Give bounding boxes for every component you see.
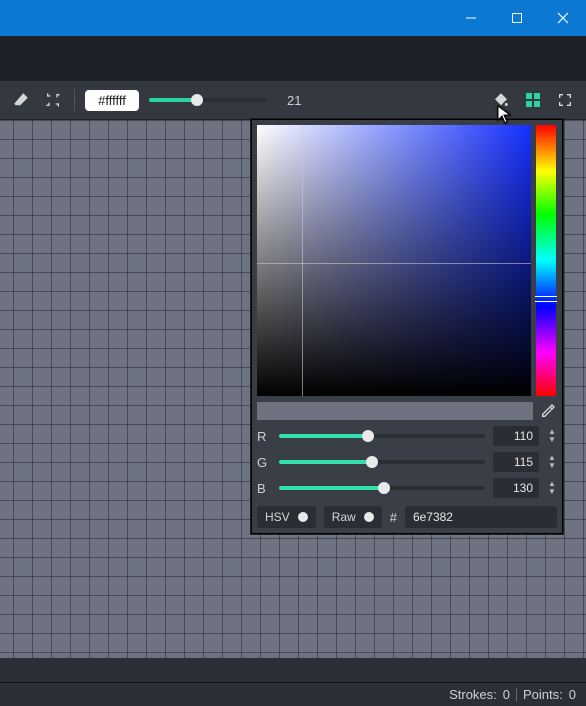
minimize-button[interactable] (448, 0, 494, 36)
hex-input[interactable]: 6e7382 (405, 506, 557, 528)
channel-slider-r[interactable] (279, 434, 485, 438)
hex-hash: # (390, 510, 397, 525)
strokes-value: 0 (503, 687, 510, 702)
points-label: Points: (523, 687, 563, 702)
fullscreen-icon[interactable] (554, 89, 576, 111)
window-titlebar (0, 0, 586, 36)
window-header-spacer (0, 36, 586, 80)
status-bar: Strokes: 0 Points: 0 (0, 682, 586, 706)
eraser-icon[interactable] (10, 89, 32, 111)
channel-stepper-b[interactable]: ▲▼ (547, 481, 557, 495)
toolbar: #ffffff 21 (0, 80, 586, 120)
channel-stepper-r[interactable]: ▲▼ (547, 429, 557, 443)
brush-size-thumb[interactable] (191, 94, 203, 106)
brush-size-value: 21 (287, 93, 301, 108)
hsv-toggle[interactable]: HSV (257, 506, 316, 528)
channel-value-b[interactable]: 130 (493, 478, 539, 498)
channel-label-g: G (257, 455, 271, 470)
close-button[interactable] (540, 0, 586, 36)
crop-icon[interactable] (42, 89, 64, 111)
eyedropper-icon[interactable] (539, 402, 557, 420)
brush-size-slider[interactable] (149, 98, 267, 102)
channel-row-r: R 110 ▲▼ (257, 426, 557, 446)
raw-toggle[interactable]: Raw (324, 506, 382, 528)
color-preview (257, 402, 533, 420)
channel-value-g[interactable]: 115 (493, 452, 539, 472)
channel-label-r: R (257, 429, 271, 444)
channel-thumb-g[interactable] (366, 456, 378, 468)
current-color-hex[interactable]: #ffffff (85, 90, 139, 111)
hue-slider[interactable] (536, 125, 556, 396)
channel-value-r[interactable]: 110 (493, 426, 539, 446)
points-value: 0 (569, 687, 576, 702)
channel-row-b: B 130 ▲▼ (257, 478, 557, 498)
channel-label-b: B (257, 481, 271, 496)
channel-row-g: G 115 ▲▼ (257, 452, 557, 472)
channel-thumb-b[interactable] (378, 482, 390, 494)
strokes-label: Strokes: (449, 687, 497, 702)
channel-slider-b[interactable] (279, 486, 485, 490)
grid-icon[interactable] (522, 89, 544, 111)
saturation-value-field[interactable] (257, 125, 531, 396)
channel-thumb-r[interactable] (362, 430, 374, 442)
channel-stepper-g[interactable]: ▲▼ (547, 455, 557, 469)
fill-icon[interactable] (490, 89, 512, 111)
toolbar-separator (74, 89, 75, 111)
color-picker-popup: R 110 ▲▼ G 115 ▲▼ B 130 ▲▼ (250, 118, 564, 535)
channel-slider-g[interactable] (279, 460, 485, 464)
maximize-button[interactable] (494, 0, 540, 36)
